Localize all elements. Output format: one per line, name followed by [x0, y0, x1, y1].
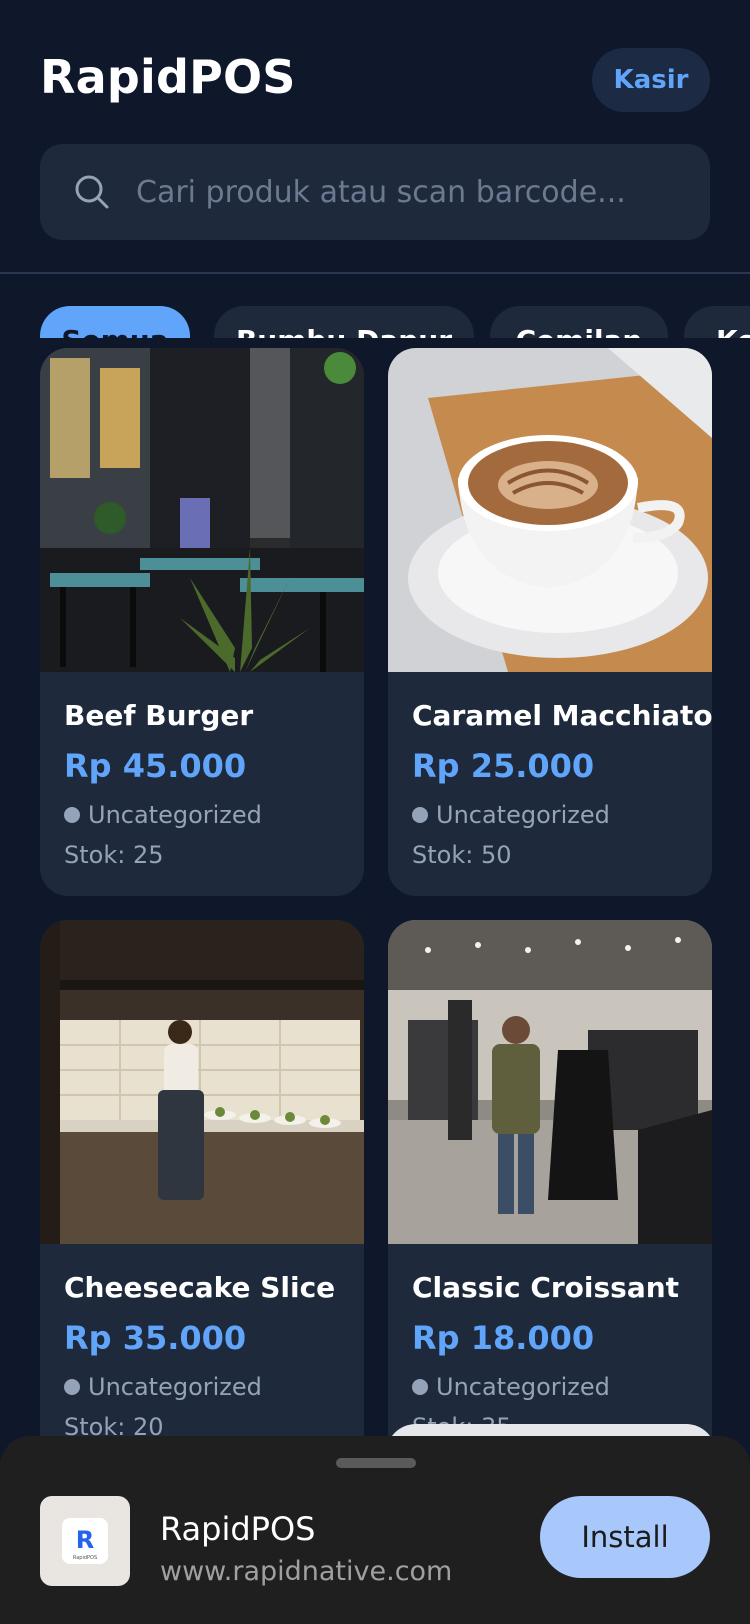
- category-chips: Semua Bumbu Dapur Cemilan Ke: [0, 306, 750, 338]
- app-logo-icon: R RapidPOS: [40, 1496, 130, 1586]
- app-logo-letter: R: [76, 1526, 94, 1554]
- chip-semua[interactable]: Semua: [40, 306, 190, 338]
- install-app-name: RapidPOS: [160, 1510, 316, 1548]
- product-image-store: [388, 920, 712, 1244]
- product-card[interactable]: Cheesecake Slice Rp 35.000 Uncategorized…: [40, 920, 364, 1438]
- search-input[interactable]: [134, 161, 710, 223]
- chip-cemilan[interactable]: Cemilan: [490, 306, 668, 338]
- product-grid: Beef Burger Rp 45.000 Uncategorized Stok…: [0, 348, 750, 1438]
- product-category-label: Uncategorized: [436, 1373, 610, 1401]
- drag-handle[interactable]: [336, 1458, 416, 1468]
- product-category: Uncategorized: [412, 800, 688, 830]
- pos-screen: RapidPOS Kasir Semua Bumbu Dapur Cemilan…: [0, 0, 750, 1624]
- product-stock: Stok: 20: [64, 1413, 164, 1438]
- product-stock: Stok: 50: [412, 841, 512, 869]
- product-category-label: Uncategorized: [88, 1373, 262, 1401]
- product-category-label: Uncategorized: [436, 801, 610, 829]
- product-category: Uncategorized: [412, 1372, 688, 1402]
- chip-bumbu-dapur[interactable]: Bumbu Dapur: [214, 306, 474, 338]
- install-banner: R RapidPOS RapidPOS www.rapidnative.com …: [0, 1436, 750, 1624]
- search-bar[interactable]: [40, 144, 710, 240]
- product-image-kitchen: [40, 920, 364, 1244]
- product-card[interactable]: Beef Burger Rp 45.000 Uncategorized Stok…: [40, 348, 364, 896]
- install-app-url: www.rapidnative.com: [160, 1556, 453, 1587]
- product-category: Uncategorized: [64, 800, 340, 830]
- product-price: Rp 45.000: [64, 747, 247, 785]
- product-name: Beef Burger: [64, 699, 254, 732]
- product-stock: Stok: 25: [64, 841, 164, 869]
- kasir-button[interactable]: Kasir: [592, 48, 710, 112]
- product-name: Cheesecake Slice: [64, 1271, 336, 1304]
- category-dot-icon: [64, 1379, 80, 1395]
- product-category: Uncategorized: [64, 1372, 340, 1402]
- search-icon: [72, 172, 112, 212]
- product-card[interactable]: Caramel Macchiato Rp 25.000 Uncategorize…: [388, 348, 712, 896]
- product-category-label: Uncategorized: [88, 801, 262, 829]
- install-button[interactable]: Install: [540, 1496, 710, 1578]
- chip-ke[interactable]: Ke: [684, 306, 750, 338]
- product-price: Rp 35.000: [64, 1319, 247, 1357]
- category-dot-icon: [412, 807, 428, 823]
- app-title: RapidPOS: [40, 50, 296, 104]
- product-name: Caramel Macchiato: [412, 699, 712, 732]
- app-logo-caption: RapidPOS: [73, 1555, 97, 1561]
- product-image-restaurant: [40, 348, 364, 672]
- category-dot-icon: [412, 1379, 428, 1395]
- product-image-latte: [388, 348, 712, 672]
- header: RapidPOS Kasir: [0, 0, 750, 274]
- product-name: Classic Croissant: [412, 1271, 680, 1304]
- product-price: Rp 25.000: [412, 747, 595, 785]
- product-price: Rp 18.000: [412, 1319, 595, 1357]
- product-card[interactable]: Classic Croissant Rp 18.000 Uncategorize…: [388, 920, 712, 1438]
- category-dot-icon: [64, 807, 80, 823]
